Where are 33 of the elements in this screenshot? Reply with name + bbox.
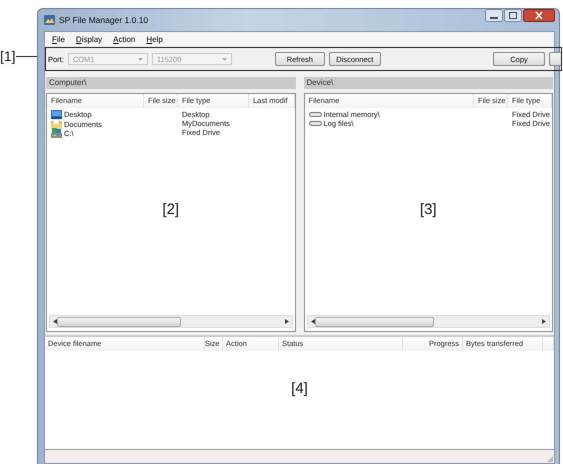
path-bar: Device\ bbox=[304, 77, 553, 89]
left-arrow-icon[interactable] bbox=[310, 319, 314, 324]
callout-label: [2] bbox=[162, 200, 180, 218]
right-arrow-icon[interactable] bbox=[284, 319, 288, 324]
path-bar: Computer\ bbox=[46, 77, 296, 89]
maximize-icon[interactable] bbox=[504, 9, 522, 22]
menu-item[interactable]: Action bbox=[113, 34, 136, 44]
window-title: SP File Manager 1.0.10 bbox=[59, 15, 150, 25]
resize-grip-icon[interactable] bbox=[546, 455, 554, 463]
scroll-thumb[interactable] bbox=[314, 316, 434, 326]
caret-icon bbox=[222, 58, 227, 60]
leader-line bbox=[16, 56, 37, 57]
minimize-icon[interactable] bbox=[485, 9, 503, 22]
horizontal-scrollbar[interactable] bbox=[49, 315, 292, 328]
caret-icon bbox=[138, 58, 143, 60]
drive-icon bbox=[51, 128, 62, 138]
folder-icon bbox=[51, 119, 62, 129]
toolbar-button[interactable] bbox=[549, 52, 561, 66]
horizontal-scrollbar[interactable] bbox=[306, 315, 550, 328]
callout-label: [3] bbox=[420, 200, 437, 218]
drive-icon bbox=[308, 120, 322, 127]
app-icon bbox=[44, 15, 55, 25]
right-arrow-icon[interactable] bbox=[542, 319, 546, 324]
drive-icon bbox=[308, 111, 322, 118]
callout-label: [1] bbox=[0, 49, 16, 63]
menu-item[interactable]: Display bbox=[76, 34, 102, 44]
menu-item[interactable]: Help bbox=[146, 34, 163, 44]
scroll-thumb[interactable] bbox=[57, 316, 182, 326]
callout-label: [4] bbox=[291, 380, 308, 397]
close-icon[interactable] bbox=[523, 9, 555, 22]
menu-item[interactable]: File bbox=[52, 34, 65, 44]
desktop-icon bbox=[51, 110, 62, 119]
left-arrow-icon[interactable] bbox=[53, 319, 57, 324]
